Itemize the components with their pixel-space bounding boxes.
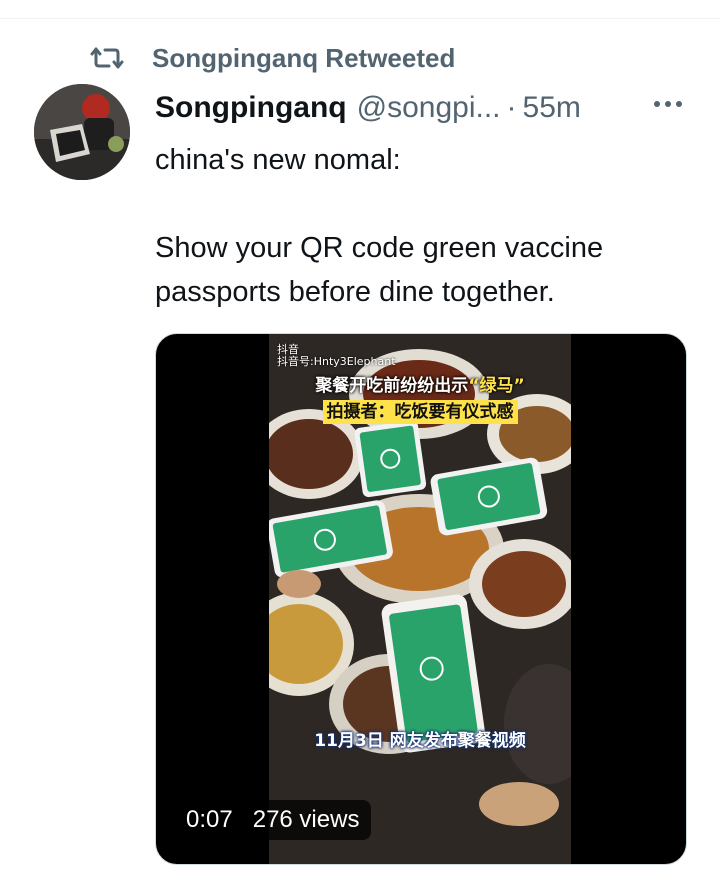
watermark-line: 抖音号:Hnty3Elephant xyxy=(277,355,396,368)
tweet-text-line: Show your QR code green vaccine xyxy=(155,232,604,264)
douyin-watermark: 抖音 抖音号:Hnty3Elephant xyxy=(277,344,396,368)
tweet-text-line: passports before dine together. xyxy=(155,276,555,308)
video-views: 276 views xyxy=(252,806,360,833)
video-meta-badge: 0:07 276 views xyxy=(174,800,372,840)
caption-highlight: “绿马” xyxy=(468,376,525,396)
retweet-icon xyxy=(90,40,132,76)
avatar-photo xyxy=(34,84,130,180)
more-options-button[interactable] xyxy=(650,92,686,116)
caption-subtitle: 拍摄者：吃饭要有仪式感 xyxy=(322,400,518,424)
tweet-timestamp[interactable]: 55m xyxy=(523,91,581,125)
tweet-text-line: china's new nomal: xyxy=(155,144,401,176)
video-caption-top: 聚餐开吃前纷纷出示“绿马” 拍摄者：吃饭要有仪式感 xyxy=(269,374,571,424)
retweet-context[interactable]: Songpinganq Retweeted xyxy=(90,40,455,76)
video-frame[interactable]: 抖音 抖音号:Hnty3Elephant 聚餐开吃前纷纷出示“绿马” 拍摄者：吃… xyxy=(269,334,571,864)
tweet-header: Songpinganq @songpi... · 55m xyxy=(155,86,685,130)
video-player[interactable]: 抖音 抖音号:Hnty3Elephant 聚餐开吃前纷纷出示“绿马” 拍摄者：吃… xyxy=(155,333,687,865)
caption-text: 聚餐开吃前纷纷出示 xyxy=(315,376,469,396)
author-handle[interactable]: @songpi... xyxy=(357,91,501,125)
tweet-text: china's new nomal: Show your QR code gre… xyxy=(155,138,695,314)
video-caption-bottom: 11月3日 网友发布聚餐视频 xyxy=(314,731,526,751)
more-dot-icon xyxy=(676,101,682,107)
separator-dot: · xyxy=(506,91,517,124)
more-dot-icon xyxy=(654,101,660,107)
retweet-label: Songpinganq Retweeted xyxy=(152,42,456,73)
more-dot-icon xyxy=(665,101,671,107)
video-duration: 0:07 xyxy=(186,806,233,833)
top-divider xyxy=(0,18,720,19)
author-display-name[interactable]: Songpinganq xyxy=(155,91,347,125)
avatar[interactable] xyxy=(34,84,130,180)
